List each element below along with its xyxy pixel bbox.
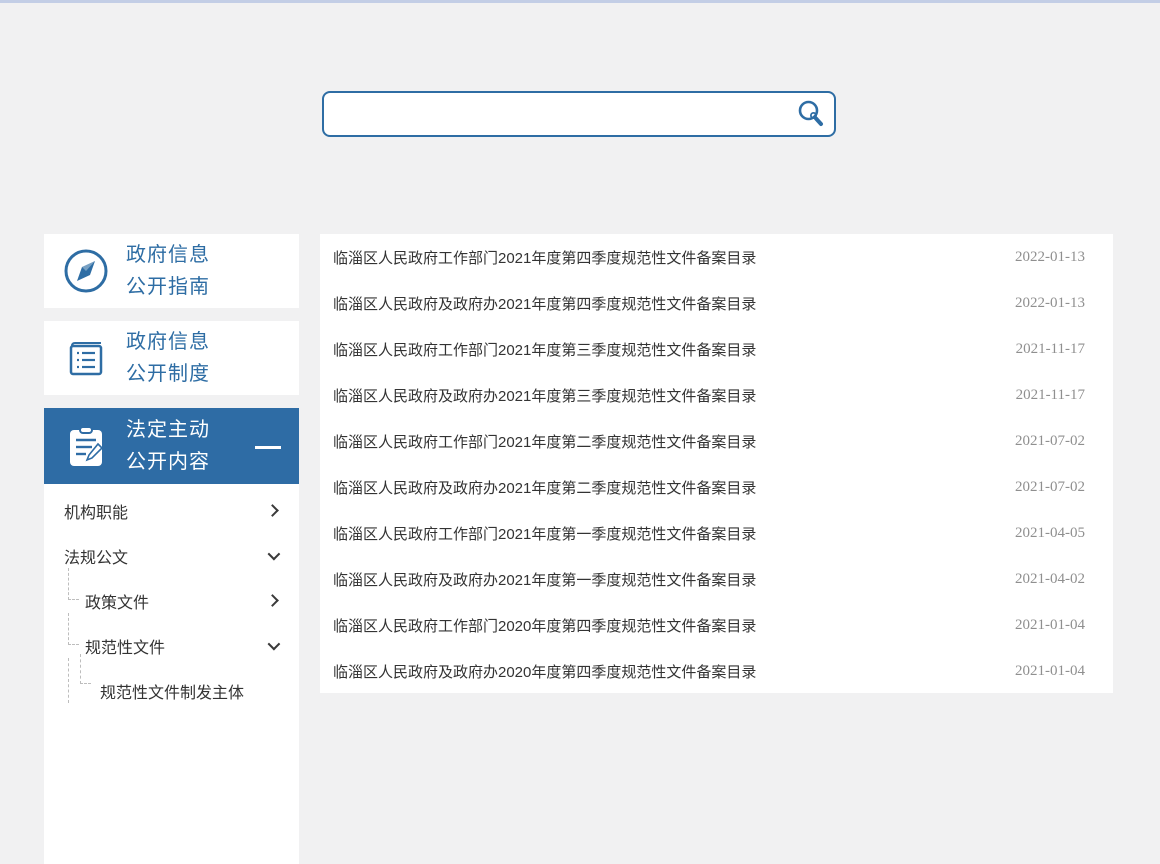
list-item[interactable]: 临淄区人民政府工作部门2020年度第四季度规范性文件备案目录 2021-01-0… <box>320 602 1113 648</box>
sidebar-item-disclosure-guide[interactable]: 政府信息 公开指南 <box>44 234 299 308</box>
sidebar-submenu: 机构职能 法规公文 政策文件 规范性文件 规范性文件制发主体 <box>44 484 299 864</box>
list-item[interactable]: 临淄区人民政府及政府办2020年度第四季度规范性文件备案目录 2021-01-0… <box>320 648 1113 694</box>
sidebar: 政府信息 公开指南 政府信息 公开制度 <box>44 234 299 864</box>
menu-item-label: 规范性文件 <box>85 634 268 658</box>
menu-item-label: 政策文件 <box>85 589 268 613</box>
document-title-link[interactable]: 临淄区人民政府及政府办2021年度第三季度规范性文件备案目录 <box>333 385 996 406</box>
document-title-link[interactable]: 临淄区人民政府及政府办2021年度第四季度规范性文件备案目录 <box>333 293 995 314</box>
sidebar-item-label: 政府信息 公开指南 <box>126 239 210 303</box>
sidebar-item-disclosure-system[interactable]: 政府信息 公开制度 <box>44 321 299 395</box>
list-item[interactable]: 临淄区人民政府工作部门2021年度第一季度规范性文件备案目录 2021-04-0… <box>320 510 1113 556</box>
tree-connector <box>68 613 79 645</box>
document-title-link[interactable]: 临淄区人民政府工作部门2021年度第一季度规范性文件备案目录 <box>333 523 995 544</box>
document-date: 2022-01-13 <box>1015 295 1085 312</box>
list-item[interactable]: 临淄区人民政府及政府办2021年度第一季度规范性文件备案目录 2021-04-0… <box>320 556 1113 602</box>
document-date: 2021-04-05 <box>1015 525 1085 542</box>
search-input[interactable] <box>322 91 836 137</box>
document-title-link[interactable]: 临淄区人民政府及政府办2020年度第四季度规范性文件备案目录 <box>333 661 995 682</box>
document-list: 临淄区人民政府工作部门2021年度第四季度规范性文件备案目录 2022-01-1… <box>320 234 1113 693</box>
sidebar-item-policy-documents[interactable]: 政策文件 <box>44 578 299 623</box>
document-title-link[interactable]: 临淄区人民政府及政府办2021年度第一季度规范性文件备案目录 <box>333 569 995 590</box>
search-bar <box>322 91 836 137</box>
list-item[interactable]: 临淄区人民政府工作部门2021年度第四季度规范性文件备案目录 2022-01-1… <box>320 234 1113 280</box>
menu-item-label: 规范性文件制发主体 <box>100 679 277 703</box>
document-date: 2021-01-04 <box>1015 663 1085 680</box>
document-date: 2021-07-02 <box>1015 433 1085 450</box>
tree-connector <box>68 568 79 600</box>
list-item[interactable]: 临淄区人民政府及政府办2021年度第三季度规范性文件备案目录 2021-11-1… <box>320 372 1113 418</box>
sidebar-item-label: 法定主动 公开内容 <box>126 414 210 478</box>
chevron-right-icon <box>266 594 279 607</box>
ledger-icon <box>62 334 110 382</box>
chevron-down-icon <box>268 638 281 651</box>
sidebar-item-regulations-documents[interactable]: 法规公文 <box>44 533 299 578</box>
tree-connector <box>68 658 69 703</box>
list-item[interactable]: 临淄区人民政府及政府办2021年度第四季度规范性文件备案目录 2022-01-1… <box>320 280 1113 326</box>
list-item[interactable]: 临淄区人民政府工作部门2021年度第三季度规范性文件备案目录 2021-11-1… <box>320 326 1113 372</box>
menu-item-label: 机构职能 <box>64 499 268 523</box>
list-item[interactable]: 临淄区人民政府及政府办2021年度第二季度规范性文件备案目录 2021-07-0… <box>320 464 1113 510</box>
tree-connector <box>80 654 91 684</box>
sidebar-item-label: 政府信息 公开制度 <box>126 326 210 390</box>
document-title-link[interactable]: 临淄区人民政府及政府办2021年度第二季度规范性文件备案目录 <box>333 477 995 498</box>
document-date: 2021-11-17 <box>1016 341 1085 358</box>
chevron-down-icon <box>268 548 281 561</box>
compass-icon <box>62 247 110 295</box>
clipboard-pencil-icon <box>62 422 110 470</box>
collapse-minus-icon[interactable] <box>255 446 281 449</box>
chevron-right-icon <box>266 504 279 517</box>
menu-item-label: 法规公文 <box>64 544 268 568</box>
document-date: 2021-11-17 <box>1016 387 1085 404</box>
document-title-link[interactable]: 临淄区人民政府工作部门2021年度第三季度规范性文件备案目录 <box>333 339 996 360</box>
document-title-link[interactable]: 临淄区人民政府工作部门2021年度第四季度规范性文件备案目录 <box>333 247 995 268</box>
document-date: 2021-04-02 <box>1015 571 1085 588</box>
sidebar-item-statutory-disclosure[interactable]: 法定主动 公开内容 <box>44 408 299 484</box>
document-title-link[interactable]: 临淄区人民政府工作部门2021年度第二季度规范性文件备案目录 <box>333 431 995 452</box>
document-date: 2021-07-02 <box>1015 479 1085 496</box>
page: { "page": { "background_color": "#f1f1f2… <box>0 0 1160 690</box>
list-item[interactable]: 临淄区人民政府工作部门2021年度第二季度规范性文件备案目录 2021-07-0… <box>320 418 1113 464</box>
search-icon <box>795 118 827 133</box>
document-date: 2021-01-04 <box>1015 617 1085 634</box>
document-title-link[interactable]: 临淄区人民政府工作部门2020年度第四季度规范性文件备案目录 <box>333 615 995 636</box>
document-date: 2022-01-13 <box>1015 249 1085 266</box>
search-button[interactable] <box>794 98 828 130</box>
sidebar-item-org-functions[interactable]: 机构职能 <box>44 488 299 533</box>
sidebar-item-normative-doc-issuers[interactable]: 规范性文件制发主体 <box>44 668 299 713</box>
